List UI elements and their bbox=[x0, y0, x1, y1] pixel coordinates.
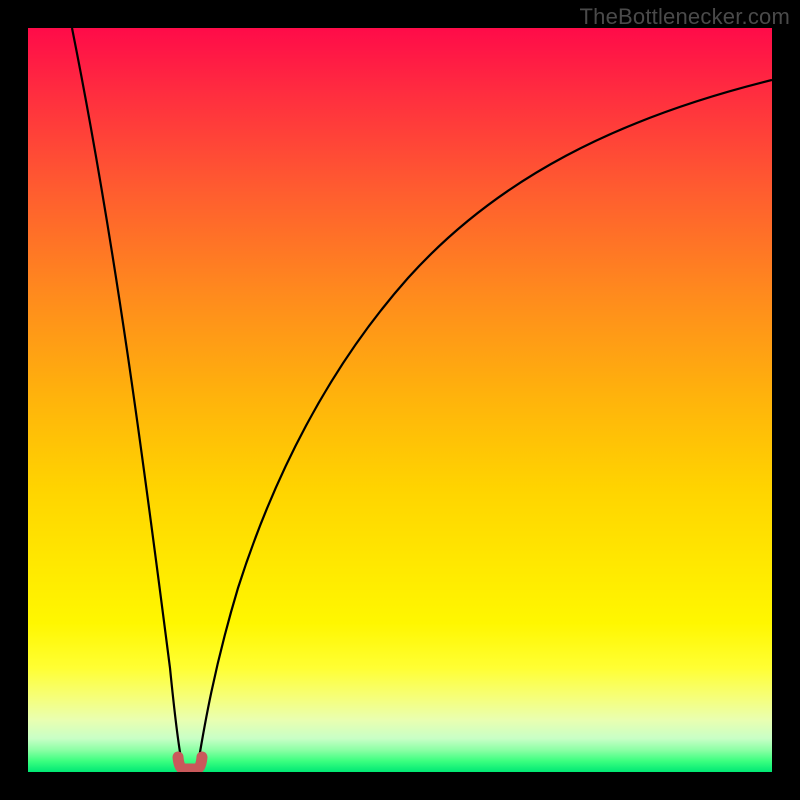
bottleneck-curve-left bbox=[72, 28, 182, 764]
bottleneck-curve-right bbox=[198, 80, 772, 764]
chart-svg bbox=[28, 28, 772, 772]
trough-marker bbox=[178, 757, 202, 769]
chart-gradient-frame bbox=[28, 28, 772, 772]
watermark-text: TheBottlenecker.com bbox=[580, 4, 790, 30]
